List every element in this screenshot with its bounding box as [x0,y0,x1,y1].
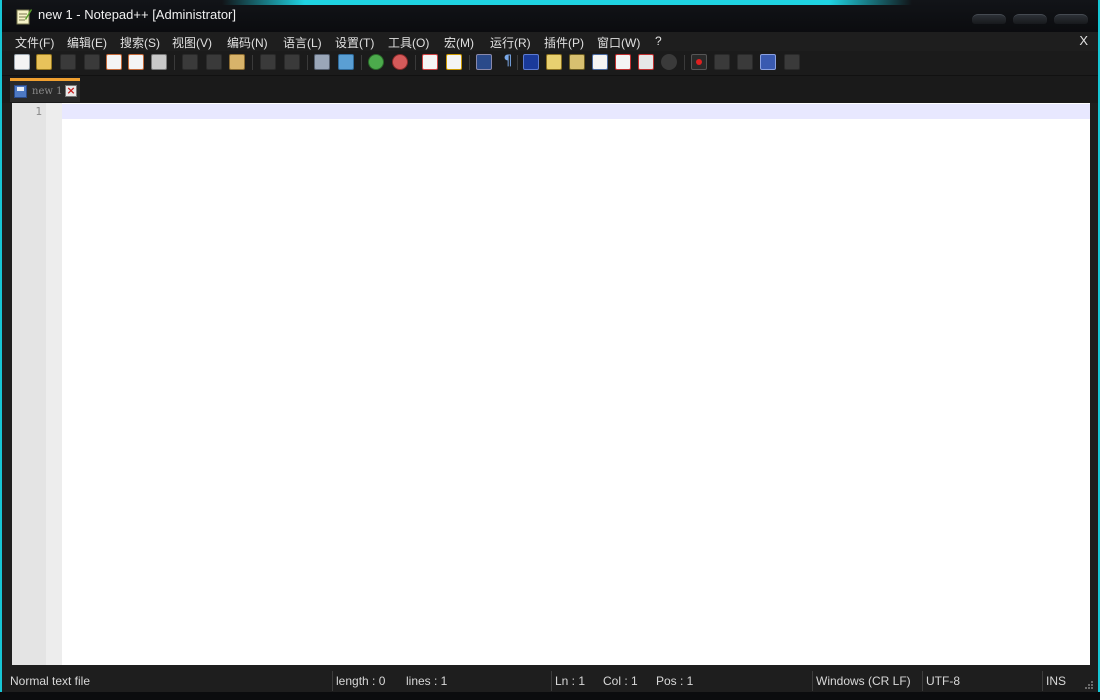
cut-icon[interactable] [182,54,198,70]
window-controls [970,9,1088,24]
zoom-out-icon[interactable] [392,54,408,70]
status-file-type: Normal text file [10,674,91,688]
close-document-button[interactable]: X [1079,33,1088,48]
sync-vertical-icon[interactable] [422,54,438,70]
text-editor[interactable] [62,103,1090,665]
toolbar-separator [517,55,518,70]
menu-settings[interactable]: 设置(T) [335,34,374,51]
menu-run[interactable]: 运行(R) [490,34,531,51]
menu-search[interactable]: 搜索(S) [120,34,160,51]
close-icon[interactable] [106,54,122,70]
toolbar-separator [174,55,175,70]
close-all-icon[interactable] [128,54,144,70]
show-all-chars-icon[interactable]: ¶ [500,54,516,70]
sync-horizontal-icon[interactable] [446,54,462,70]
menu-macro[interactable]: 宏(M) [444,34,474,51]
play-macro-icon[interactable] [737,54,753,70]
menu-file[interactable]: 文件(F) [15,34,54,51]
open-file-icon[interactable] [36,54,52,70]
toolbar-separator [684,55,685,70]
status-column: Col : 1 [603,674,638,688]
tab-new-1[interactable]: new 1 × [10,78,80,102]
tab-bar: new 1 × [2,76,1098,103]
paste-icon[interactable] [229,54,245,70]
indent-guide-icon[interactable] [523,54,539,70]
save-macro-icon[interactable] [784,54,800,70]
tab-close-icon[interactable]: × [65,85,77,97]
status-divider [1042,671,1043,691]
status-divider [332,671,333,691]
save-all-icon[interactable] [84,54,100,70]
fold-margin[interactable] [46,103,62,665]
status-insert-mode[interactable]: INS [1046,674,1066,688]
record-dot-icon [696,59,702,65]
save-icon[interactable] [60,54,76,70]
replace-icon[interactable] [338,54,354,70]
menu-edit[interactable]: 编辑(E) [67,34,107,51]
record-macro-icon[interactable] [661,54,677,70]
status-bar: Normal text file length : 0 lines : 1 Ln… [2,670,1098,692]
editor-pane: 1 [12,103,1090,665]
menu-language[interactable]: 语言(L) [283,34,322,51]
window-title: new 1 - Notepad++ [Administrator] [38,7,236,22]
line-number: 1 [35,105,42,118]
word-wrap-icon[interactable] [476,54,492,70]
toolbar-separator [469,55,470,70]
resize-grip-icon[interactable] [1084,680,1094,690]
menu-plugins[interactable]: 插件(P) [544,34,584,51]
line-number-margin: 1 [12,103,46,665]
maximize-button[interactable] [1012,14,1047,24]
title-accent-glow [222,0,912,5]
toolbar-separator [361,55,362,70]
desktop-taskbar-strip [0,692,1100,700]
menu-tools[interactable]: 工具(O) [388,34,429,51]
folder-workspace-icon[interactable] [615,54,631,70]
doc-map-icon[interactable] [569,54,585,70]
close-window-button[interactable] [1054,14,1088,24]
status-line: Ln : 1 [555,674,586,688]
status-position: Pos : 1 [656,674,694,688]
save-state-icon [14,85,27,98]
menu-bar: 文件(F) 编辑(E) 搜索(S) 视图(V) 编码(N) 语言(L) 设置(T… [2,32,1098,51]
run-macro-multiple-icon[interactable] [760,54,776,70]
tab-label: new 1 [32,86,63,97]
print-icon[interactable] [151,54,167,70]
new-file-icon[interactable] [14,54,30,70]
title-bar[interactable]: new 1 - Notepad++ [Administrator] [2,0,1098,32]
menu-help[interactable]: ? [655,34,662,48]
stop-icon[interactable] [714,54,730,70]
status-divider [551,671,552,691]
copy-icon[interactable] [206,54,222,70]
menu-window[interactable]: 窗口(W) [597,34,640,51]
function-list-icon[interactable] [592,54,608,70]
redo-icon[interactable] [284,54,300,70]
minimize-button[interactable] [971,14,1006,24]
zoom-in-icon[interactable] [368,54,384,70]
current-line-highlight [62,104,1090,119]
status-divider [922,671,923,691]
toolbar: ¶ [2,51,1098,76]
status-divider [812,671,813,691]
toolbar-separator [252,55,253,70]
notepadpp-window: new 1 - Notepad++ [Administrator] 文件(F) … [0,0,1100,700]
stop-record-icon[interactable] [691,54,707,70]
status-encoding[interactable]: UTF-8 [926,674,960,688]
toolbar-separator [307,55,308,70]
menu-encoding[interactable]: 编码(N) [227,34,268,51]
find-icon[interactable] [314,54,330,70]
user-language-icon[interactable] [546,54,562,70]
status-lines: lines : 1 [406,674,448,688]
toolbar-separator [415,55,416,70]
notepadpp-app-icon [16,9,32,25]
menu-view[interactable]: 视图(V) [172,34,212,51]
status-eol[interactable]: Windows (CR LF) [816,674,911,688]
status-length: length : 0 [336,674,386,688]
document-monitor-icon[interactable] [638,54,654,70]
undo-icon[interactable] [260,54,276,70]
